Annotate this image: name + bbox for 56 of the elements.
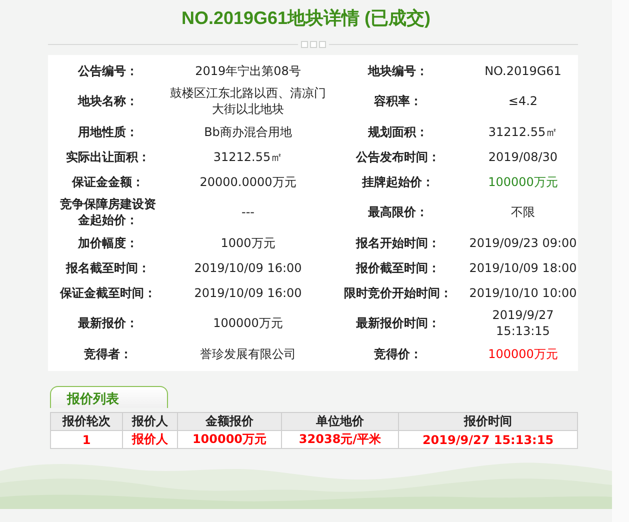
field-value: 31212.55㎡: [488, 124, 558, 140]
page-title: NO.2019G61地块详情 (已成交): [180, 7, 432, 30]
field-value: 2019/09/23 09:00: [469, 234, 577, 250]
field-value: 1000万元: [220, 234, 276, 250]
column-header: 报价轮次: [50, 412, 122, 430]
field-value: NO.2019G61: [484, 62, 562, 78]
field-label: 报价截至时间：: [354, 260, 441, 276]
field-value: 2019年宁出第08号: [195, 62, 301, 78]
field-label: 竞得者：: [83, 346, 133, 362]
field-label: 地块编号：: [366, 62, 429, 78]
field-label: 竞争保障房建设资金起始价：: [59, 196, 157, 228]
field-label: 报名开始时间：: [354, 234, 441, 250]
field-label: 用地性质：: [77, 124, 139, 140]
table-cell: 32038元/平米: [282, 430, 398, 448]
field-value: 2019/10/10 10:00: [469, 284, 577, 300]
field-label: 地块名称：: [76, 93, 139, 109]
table-cell: 1: [50, 430, 122, 448]
field-label: 最新报价时间：: [355, 315, 441, 331]
field-label: 实际出让面积：: [65, 148, 151, 164]
column-header: 报价人: [122, 412, 178, 430]
field-value: 100000万元: [488, 174, 558, 190]
table-cell: 报价人: [122, 430, 178, 448]
field-value: 2019/08/30: [488, 148, 558, 164]
field-label: 公告编号：: [76, 62, 139, 78]
field-label: 报名截至时间：: [64, 260, 151, 276]
field-label: 保证金金额：: [70, 174, 145, 190]
field-value: 100000万元: [213, 315, 283, 331]
field-value: 2019/10/09 16:00: [194, 284, 302, 300]
field-label: 限时竞价开始时间：: [343, 284, 453, 300]
field-label: 规划面积：: [366, 124, 429, 140]
field-label: 容积率：: [373, 93, 423, 109]
field-value: 鼓楼区江东北路以西、清凉门大街以北地块: [169, 85, 327, 117]
table-cell: 100000万元: [178, 430, 282, 448]
field-value: 2019/10/09 16:00: [194, 260, 302, 276]
field-value: 31212.55㎡: [213, 148, 283, 164]
field-value: ≤4.2: [508, 93, 538, 109]
field-label: 最高限价：: [367, 204, 429, 220]
field-label: 加价幅度：: [76, 234, 139, 250]
field-value: 20000.0000万元: [200, 174, 296, 190]
field-value: 誉珍发展有限公司: [200, 346, 296, 362]
field-value: 2019/10/09 18:00: [469, 260, 577, 276]
column-header: 报价时间: [398, 412, 578, 430]
field-value: 2019/9/27 15:13:15: [492, 307, 554, 339]
column-header: 金额报价: [178, 412, 282, 430]
field-value: 100000万元: [488, 346, 558, 362]
table-cell: 2019/9/27 15:13:15: [398, 430, 578, 448]
field-value: 不限: [511, 204, 535, 220]
quote-list-tab[interactable]: 报价列表: [50, 386, 168, 408]
field-label: 竞得价：: [373, 346, 423, 362]
field-label: 最新报价：: [77, 315, 139, 331]
field-label: 保证金截至时间：: [58, 284, 157, 300]
field-value: ---: [242, 204, 254, 220]
field-value: Bb商办混合用地: [204, 124, 292, 140]
field-label: 公告发布时间：: [354, 148, 441, 164]
field-label: 挂牌起始价：: [360, 174, 435, 190]
column-header: 单位地价: [282, 412, 398, 430]
